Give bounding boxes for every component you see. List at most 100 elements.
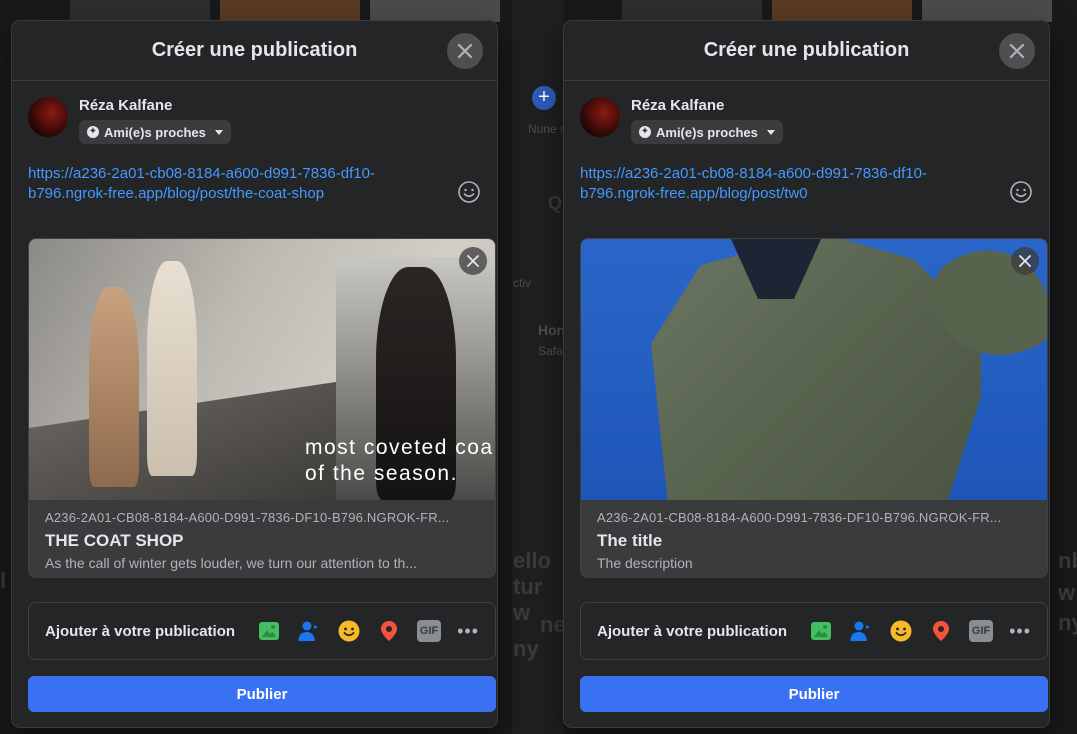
background-text: Q [548, 193, 563, 213]
link-preview-card[interactable]: A236-2A01-CB08-8184-A600-D991-7836-DF10-… [580, 238, 1048, 578]
background-text: ny [513, 636, 539, 661]
feeling-icon [338, 620, 360, 642]
background-thumbnail [922, 0, 1052, 22]
preview-description: The description [597, 555, 693, 571]
remove-preview-button[interactable] [1011, 247, 1039, 275]
background-thumbnail [370, 0, 500, 22]
preview-domain: A236-2A01-CB08-8184-A600-D991-7836-DF10-… [597, 510, 1002, 525]
post-text-input[interactable]: https://a236-2a01-cb08-8184-a600-d991-78… [564, 164, 1049, 244]
gif-icon: GIF [419, 625, 439, 637]
link-preview-image [581, 239, 1047, 500]
tag-people-icon [850, 621, 871, 641]
gif-icon: GIF [971, 625, 991, 637]
audience-label: Ami(e)s proches [656, 124, 758, 140]
gif-button[interactable]: GIF [969, 620, 994, 642]
globe-icon: ✦ [87, 126, 99, 138]
post-link-text[interactable]: https://a236-2a01-cb08-8184-a600-d991-78… [28, 164, 428, 204]
audience-label: Ami(e)s proches [104, 124, 206, 140]
photo-button[interactable] [809, 619, 833, 643]
background-text: Nune s [528, 122, 567, 136]
check-in-button[interactable] [929, 619, 953, 643]
avatar[interactable] [28, 97, 68, 137]
background-text: nb [1058, 548, 1077, 573]
background-plus-icon: + [532, 86, 556, 110]
location-icon [381, 621, 398, 641]
smiley-icon[interactable] [1009, 180, 1033, 204]
preview-domain: A236-2A01-CB08-8184-A600-D991-7836-DF10-… [45, 510, 450, 525]
add-to-post-bar: Ajouter à votre publication GIF ••• [28, 602, 496, 660]
dialog-title: Créer une publication [703, 39, 910, 61]
close-icon [1009, 43, 1025, 59]
feeling-button[interactable] [889, 619, 913, 643]
remove-preview-button[interactable] [459, 247, 487, 275]
add-to-post-label: Ajouter à votre publication [45, 622, 236, 640]
background-thumbnail [772, 0, 912, 22]
create-post-dialog: Créer une publication Réza Kalfane ✦ Ami… [12, 21, 497, 727]
preview-title: THE COAT SHOP [45, 531, 184, 550]
feeling-button[interactable] [337, 619, 361, 643]
close-icon [467, 255, 479, 267]
author-name: Réza Kalfane [631, 97, 725, 114]
dialog-header: Créer une publication [12, 21, 497, 81]
chevron-down-icon [214, 129, 223, 135]
chevron-down-icon [766, 129, 775, 135]
add-to-post-label: Ajouter à votre publication [597, 622, 788, 640]
background-text: ello [513, 548, 551, 573]
tag-people-icon [298, 621, 319, 641]
globe-icon: ✦ [639, 126, 651, 138]
close-button[interactable] [447, 33, 483, 69]
author-row: Réza Kalfane ✦ Ami(e)s proches [12, 81, 497, 144]
tag-people-button[interactable] [297, 619, 321, 643]
link-line: https://a236-2a01-cb08-8184-a600-d991-78… [28, 165, 375, 182]
background-text: Hon [538, 322, 566, 338]
background-text: tur [513, 574, 543, 599]
publish-button[interactable]: Publier [28, 676, 496, 712]
audience-selector[interactable]: ✦ Ami(e)s proches [79, 120, 231, 144]
link-preview-image: most coveted coa of the season. [29, 239, 495, 500]
create-post-dialog: Créer une publication Réza Kalfane ✦ Ami… [564, 21, 1049, 727]
publish-button[interactable]: Publier [580, 676, 1048, 712]
location-icon [933, 621, 950, 641]
background-text: ny [1058, 610, 1077, 635]
background-thumbnail [70, 0, 210, 22]
post-link-text[interactable]: https://a236-2a01-cb08-8184-a600-d991-78… [580, 164, 980, 204]
link-line: b796.ngrok-free.app/blog/post/the-coat-s… [28, 185, 325, 202]
avatar[interactable] [580, 97, 620, 137]
background-thumbnail [622, 0, 762, 22]
audience-selector[interactable]: ✦ Ami(e)s proches [631, 120, 783, 144]
preview-description: As the call of winter gets louder, we tu… [45, 555, 417, 571]
photo-button[interactable] [257, 619, 281, 643]
background-text: ne [540, 612, 566, 637]
tag-people-button[interactable] [849, 619, 873, 643]
author-row: Réza Kalfane ✦ Ami(e)s proches [564, 81, 1049, 144]
image-caption: most coveted coa of the season. [305, 436, 494, 485]
close-icon [1019, 255, 1031, 267]
check-in-button[interactable] [377, 619, 401, 643]
more-options-button[interactable]: ••• [1009, 621, 1031, 642]
preview-title: The title [597, 531, 663, 550]
background-text: l [0, 568, 7, 593]
gif-button[interactable]: GIF [417, 620, 442, 642]
close-icon [457, 43, 473, 59]
dialog-header: Créer une publication [564, 21, 1049, 81]
smiley-icon[interactable] [457, 180, 481, 204]
background-text: w [513, 600, 531, 625]
link-line: b796.ngrok-free.app/blog/post/tw0 [580, 185, 808, 202]
link-preview-card[interactable]: most coveted coa of the season. A236-2A0… [28, 238, 496, 578]
post-text-input[interactable]: https://a236-2a01-cb08-8184-a600-d991-78… [12, 164, 497, 244]
link-line: https://a236-2a01-cb08-8184-a600-d991-78… [580, 165, 927, 182]
photo-icon [259, 622, 280, 640]
photo-icon [811, 622, 832, 640]
feeling-icon [890, 620, 912, 642]
background-text: ctiv [513, 276, 531, 290]
background-thumbnail [220, 0, 360, 22]
background-text: Safa [538, 344, 563, 358]
background-text: w [1058, 580, 1076, 605]
author-name: Réza Kalfane [79, 97, 173, 114]
dialog-title: Créer une publication [151, 39, 358, 61]
more-options-button[interactable]: ••• [457, 621, 479, 642]
close-button[interactable] [999, 33, 1035, 69]
more-icon: ••• [457, 620, 479, 641]
add-to-post-bar: Ajouter à votre publication GIF ••• [580, 602, 1048, 660]
more-icon: ••• [1009, 620, 1031, 641]
